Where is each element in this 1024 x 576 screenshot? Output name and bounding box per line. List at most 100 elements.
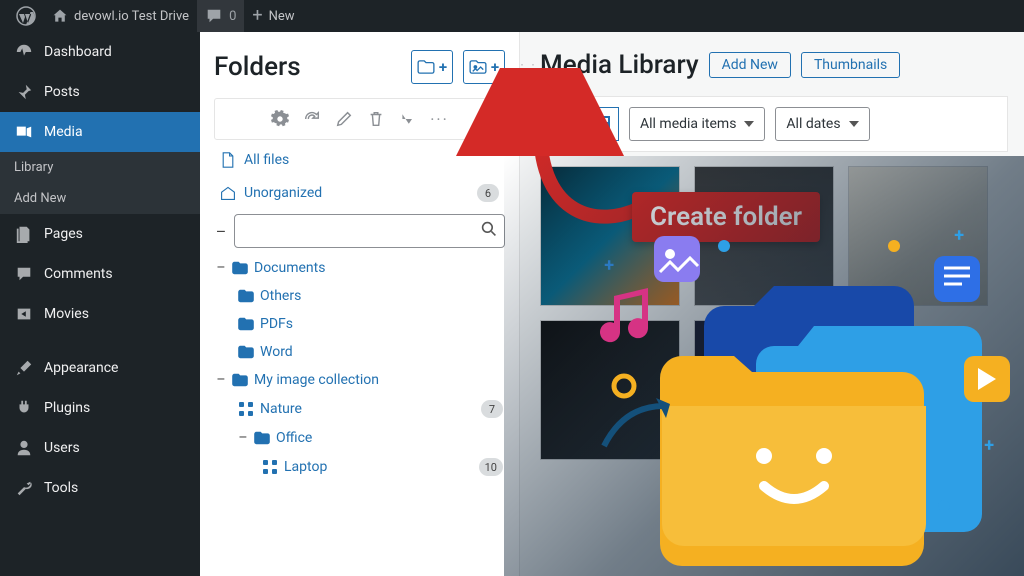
collapse-toggle[interactable]: – [216, 260, 226, 276]
folder-all-files[interactable]: All files [214, 144, 505, 176]
adminbar-new[interactable]: + New [244, 0, 302, 32]
thumbnails-button[interactable]: Thumbnails [801, 52, 900, 78]
grid-icon [238, 401, 254, 417]
tree-node-label: Word [260, 344, 293, 360]
media-thumbnail[interactable] [540, 320, 680, 460]
grid-icon [262, 459, 278, 475]
count-badge: 6 [477, 184, 499, 202]
comment-icon [14, 264, 34, 284]
sidebar-item-label: Media [44, 124, 83, 140]
folder-label: Unorganized [244, 185, 322, 201]
tree-node-label: Nature [260, 401, 302, 417]
media-library-panel: Media Library Add New Thumbnails All med… [532, 32, 1024, 576]
user-icon [14, 438, 34, 458]
sidebar-item-media[interactable]: Media [0, 112, 200, 152]
collapse-toggle[interactable]: – [214, 222, 228, 241]
sort-icon[interactable] [399, 110, 417, 128]
rename-icon[interactable] [335, 110, 353, 128]
plus-icon: + [252, 7, 262, 25]
sidebar-media-submenu: Library Add New [0, 152, 200, 214]
sidebar-item-label: Movies [44, 306, 89, 322]
view-list-button[interactable] [551, 107, 585, 141]
wrench-icon [14, 478, 34, 498]
sidebar-item-label: Pages [44, 226, 83, 242]
adminbar-comments[interactable]: 0 [197, 0, 244, 32]
media-thumbnail[interactable] [848, 166, 988, 306]
gear-icon[interactable] [271, 110, 289, 128]
adminbar-comments-count: 0 [229, 9, 236, 24]
dashboard-icon [14, 42, 34, 62]
gallery-folder-icon [469, 60, 487, 74]
tree-node-documents[interactable]: – Documents [214, 254, 505, 282]
tree-node-word[interactable]: Word [214, 338, 505, 366]
tree-node-office[interactable]: – Office [214, 424, 505, 452]
media-title: Media Library [540, 50, 699, 80]
sidebar-item-label: Dashboard [44, 44, 112, 60]
movie-icon [14, 304, 34, 324]
media-type-filter[interactable]: All media items [629, 107, 765, 141]
submenu-item-library[interactable]: Library [0, 152, 200, 183]
home-icon [52, 8, 68, 24]
sidebar-item-label: Appearance [44, 360, 118, 376]
tree-node-laptop[interactable]: Laptop 10 [214, 452, 505, 482]
sidebar-item-comments[interactable]: Comments [0, 254, 200, 294]
folder-icon [238, 316, 254, 332]
admin-sidebar: Dashboard Posts Media Library Add New Pa… [0, 32, 200, 576]
tree-node-others[interactable]: Others [214, 282, 505, 310]
panel-resize-handle[interactable]: ⋮⋮ [520, 32, 532, 576]
view-mode-toggle [551, 107, 619, 141]
folders-title: Folders [214, 52, 301, 82]
pages-icon [14, 224, 34, 244]
tree-node-pdfs[interactable]: PDFs [214, 310, 505, 338]
add-new-button[interactable]: Add New [709, 52, 791, 78]
folder-icon [417, 60, 435, 74]
tree-node-label: Others [260, 288, 301, 304]
adminbar-site-home[interactable]: devowl.io Test Drive [44, 0, 197, 32]
adminbar-new-label: New [269, 9, 295, 24]
new-folder-button[interactable]: + [411, 50, 453, 84]
sidebar-item-plugins[interactable]: Plugins [0, 388, 200, 428]
media-icon [14, 122, 34, 142]
tree-node-label: My image collection [254, 372, 379, 388]
sidebar-item-tools[interactable]: Tools [0, 468, 200, 508]
sidebar-item-label: Posts [44, 84, 80, 100]
refresh-icon[interactable] [303, 110, 321, 128]
tree-node-label: Laptop [284, 459, 327, 475]
sidebar-item-pages[interactable]: Pages [0, 214, 200, 254]
folder-search-input[interactable] [234, 214, 505, 248]
callout-label: Create folder [632, 192, 820, 242]
tree-node-nature[interactable]: Nature 7 [214, 394, 505, 424]
folder-tree: – Documents Others PDFs Word – [214, 254, 505, 482]
tree-node-label: PDFs [260, 316, 293, 332]
folder-unorganized[interactable]: Unorganized 6 [214, 176, 505, 210]
collapse-toggle[interactable]: – [216, 372, 226, 388]
search-icon [481, 221, 497, 241]
content-area: Folders + + ··· All fi [200, 32, 1024, 576]
sidebar-item-label: Comments [44, 266, 113, 282]
folder-icon [238, 288, 254, 304]
trash-icon[interactable] [367, 110, 385, 128]
media-date-filter[interactable]: All dates [775, 107, 869, 141]
sidebar-item-appearance[interactable]: Appearance [0, 348, 200, 388]
media-thumbnail[interactable] [694, 320, 834, 460]
plus-icon: + [491, 58, 499, 76]
collapse-toggle[interactable]: – [238, 430, 248, 446]
pin-icon [14, 82, 34, 102]
more-icon[interactable]: ··· [431, 110, 449, 128]
gallery-folder-icon [254, 430, 270, 446]
folders-toolbar: ··· [214, 98, 505, 140]
wp-logo[interactable] [8, 0, 44, 32]
submenu-item-add-new[interactable]: Add New [0, 183, 200, 214]
tree-node-my-image-collection[interactable]: – My image collection [214, 366, 505, 394]
wordpress-icon [16, 6, 36, 26]
new-gallery-folder-button[interactable]: + [463, 50, 505, 84]
adminbar-site-name: devowl.io Test Drive [74, 9, 189, 24]
view-grid-button[interactable] [585, 107, 619, 141]
sidebar-item-posts[interactable]: Posts [0, 72, 200, 112]
sidebar-item-users[interactable]: Users [0, 428, 200, 468]
sidebar-item-movies[interactable]: Movies [0, 294, 200, 334]
folder-icon [232, 260, 248, 276]
folder-icon [238, 344, 254, 360]
sidebar-item-dashboard[interactable]: Dashboard [0, 32, 200, 72]
comment-icon [205, 7, 223, 25]
